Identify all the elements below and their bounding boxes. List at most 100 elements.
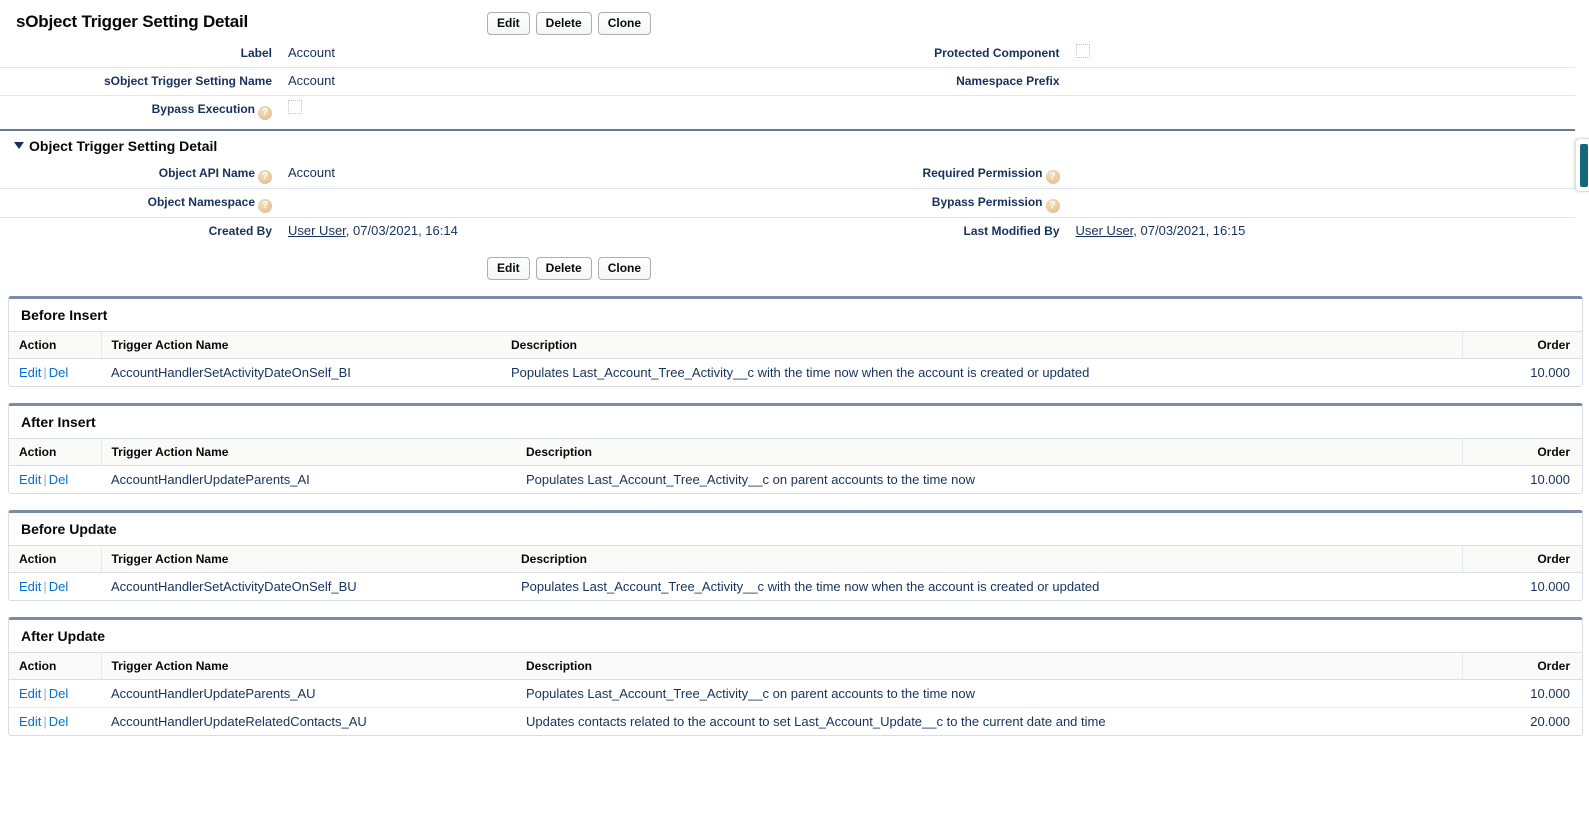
object-trigger-setting-detail-fields: Object API Name? Account Required Permis… <box>0 160 1575 245</box>
column-header-action: Action <box>9 332 101 359</box>
field-object-namespace-text: Object Namespace <box>148 195 255 209</box>
created-by-user-link[interactable]: User User <box>288 223 346 238</box>
table-header-row: Action Trigger Action Name Description O… <box>9 332 1582 359</box>
side-panel-accent-bar <box>1580 144 1588 187</box>
related-list-title: After Insert <box>9 406 1582 438</box>
row-actions: Edit|Del <box>9 359 101 387</box>
clone-button-bottom[interactable]: Clone <box>598 257 651 280</box>
column-header-order: Order <box>1462 546 1582 573</box>
help-icon[interactable]: ? <box>1046 170 1060 184</box>
column-header-order: Order <box>1462 332 1582 359</box>
field-created-by-label: Created By <box>0 222 278 240</box>
row-order: 10.000 <box>1462 680 1582 708</box>
field-required-permission-value <box>1066 164 1576 184</box>
delete-button-bottom[interactable]: Delete <box>536 257 592 280</box>
column-header-description: Description <box>516 439 1462 466</box>
field-last-modified-by-value: User User, 07/03/2021, 16:15 <box>1066 222 1576 240</box>
field-object-api-name-label: Object API Name? <box>0 164 278 184</box>
row-actions: Edit|Del <box>9 708 101 736</box>
help-icon[interactable]: ? <box>258 199 272 213</box>
row-trigger-action-name: AccountHandlerSetActivityDateOnSelf_BU <box>101 573 511 601</box>
row-del-link[interactable]: Del <box>49 714 69 729</box>
field-spacer <box>788 96 1576 104</box>
chevron-down-icon[interactable] <box>14 142 24 149</box>
header-button-row: Edit Delete Clone <box>487 12 651 35</box>
delete-button[interactable]: Delete <box>536 12 592 35</box>
table-row: Edit|Del AccountHandlerSetActivityDateOn… <box>9 359 1582 387</box>
object-row-audit: Created By User User, 07/03/2021, 16:14 … <box>0 218 1575 245</box>
help-icon[interactable]: ? <box>258 106 272 120</box>
help-icon[interactable]: ? <box>258 170 272 184</box>
side-panel-toggle[interactable] <box>1575 138 1589 192</box>
field-namespace-prefix-value <box>1066 72 1576 90</box>
column-header-trigger-action-name: Trigger Action Name <box>101 439 516 466</box>
edit-button-bottom[interactable]: Edit <box>487 257 530 280</box>
row-actions: Edit|Del <box>9 680 101 708</box>
field-required-permission-text: Required Permission <box>922 166 1042 180</box>
field-created-by: Created By User User, 07/03/2021, 16:14 <box>0 218 788 244</box>
related-list-title: Before Update <box>9 513 1582 545</box>
table-header-row: Action Trigger Action Name Description O… <box>9 439 1582 466</box>
column-header-order: Order <box>1462 653 1582 680</box>
object-trigger-setting-detail-header: Object Trigger Setting Detail <box>0 131 1589 160</box>
field-object-namespace: Object Namespace? <box>0 189 788 217</box>
field-label: Label Account <box>0 40 788 66</box>
column-header-trigger-action-name: Trigger Action Name <box>101 332 501 359</box>
table-header-row: Action Trigger Action Name Description O… <box>9 653 1582 680</box>
table-row: Edit|Del AccountHandlerUpdateParents_AI … <box>9 466 1582 494</box>
field-last-modified-by: Last Modified By User User, 07/03/2021, … <box>788 218 1576 244</box>
field-object-api-name-text: Object API Name <box>159 166 255 180</box>
row-edit-link[interactable]: Edit <box>19 365 41 380</box>
related-list-before-update: Before Update Action Trigger Action Name… <box>8 510 1583 601</box>
related-list-title: After Update <box>9 620 1582 652</box>
field-bypass-execution: Bypass Execution? <box>0 96 788 124</box>
edit-button[interactable]: Edit <box>487 12 530 35</box>
field-object-api-name: Object API Name? Account <box>0 160 788 188</box>
field-bypass-execution-text: Bypass Execution <box>152 102 255 116</box>
column-header-trigger-action-name: Trigger Action Name <box>101 546 511 573</box>
help-icon[interactable]: ? <box>1046 199 1060 213</box>
bypass-execution-checkbox <box>288 100 302 114</box>
row-order: 20.000 <box>1462 708 1582 736</box>
column-header-action: Action <box>9 546 101 573</box>
detail-row-setting-name: sObject Trigger Setting Name Account Nam… <box>0 68 1575 96</box>
created-by-timestamp: , 07/03/2021, 16:14 <box>346 223 458 238</box>
column-header-description: Description <box>501 332 1462 359</box>
field-bypass-permission-text: Bypass Permission <box>932 195 1043 209</box>
field-bypass-execution-value <box>278 100 788 120</box>
field-namespace-prefix: Namespace Prefix <box>788 68 1576 94</box>
row-description: Populates Last_Account_Tree_Activity__c … <box>511 573 1462 601</box>
field-setting-name-value: Account <box>278 72 788 90</box>
column-header-trigger-action-name: Trigger Action Name <box>101 653 516 680</box>
row-del-link[interactable]: Del <box>49 686 69 701</box>
row-description: Updates contacts related to the account … <box>516 708 1462 736</box>
row-order: 10.000 <box>1462 573 1582 601</box>
related-list-table: Action Trigger Action Name Description O… <box>9 331 1582 386</box>
field-bypass-permission: Bypass Permission? <box>788 189 1576 217</box>
action-separator: | <box>41 686 48 701</box>
row-edit-link[interactable]: Edit <box>19 579 41 594</box>
field-created-by-value: User User, 07/03/2021, 16:14 <box>278 222 788 240</box>
last-modified-by-user-link[interactable]: User User <box>1076 223 1134 238</box>
row-edit-link[interactable]: Edit <box>19 686 41 701</box>
column-header-action: Action <box>9 653 101 680</box>
column-header-description: Description <box>511 546 1462 573</box>
field-namespace-prefix-label: Namespace Prefix <box>788 72 1066 90</box>
row-edit-link[interactable]: Edit <box>19 472 41 487</box>
field-object-api-name-value: Account <box>278 164 788 184</box>
row-del-link[interactable]: Del <box>49 579 69 594</box>
row-edit-link[interactable]: Edit <box>19 714 41 729</box>
related-list-table: Action Trigger Action Name Description O… <box>9 652 1582 735</box>
protected-component-checkbox <box>1076 44 1090 58</box>
field-protected-component-label: Protected Component <box>788 44 1066 62</box>
field-label-label: Label <box>0 44 278 62</box>
row-del-link[interactable]: Del <box>49 472 69 487</box>
last-modified-by-timestamp: , 07/03/2021, 16:15 <box>1133 223 1245 238</box>
row-del-link[interactable]: Del <box>49 365 69 380</box>
page-title: sObject Trigger Setting Detail <box>16 12 248 32</box>
page-header: sObject Trigger Setting Detail Edit Dele… <box>0 0 1589 40</box>
column-header-order: Order <box>1462 439 1582 466</box>
field-bypass-permission-value <box>1066 193 1576 213</box>
related-list-after-insert: After Insert Action Trigger Action Name … <box>8 403 1583 494</box>
clone-button[interactable]: Clone <box>598 12 651 35</box>
